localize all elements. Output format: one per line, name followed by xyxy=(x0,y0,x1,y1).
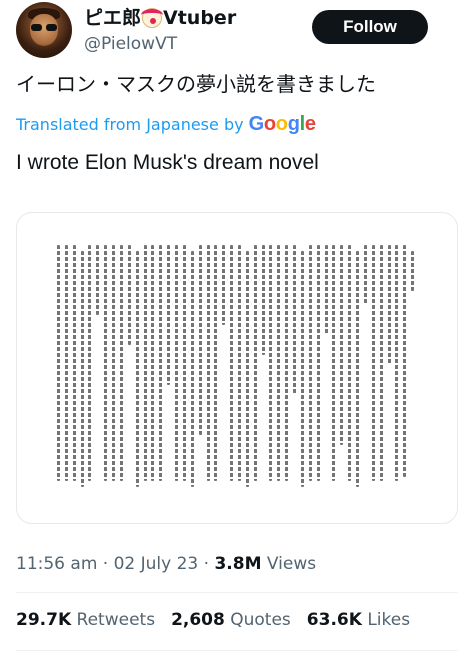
manuscript-text-line xyxy=(135,251,139,487)
google-logo: Google xyxy=(248,113,316,135)
manuscript-text-line xyxy=(411,251,415,291)
manuscript-text-line xyxy=(222,245,226,325)
manuscript-text-line xyxy=(80,251,84,487)
separator-dot: · xyxy=(102,554,114,574)
divider xyxy=(16,650,458,651)
avatar[interactable] xyxy=(16,2,72,58)
tweet-stats: 29.7K Retweets 2,608 Quotes 63.6K Likes xyxy=(16,608,410,632)
translated-label: Translated from Japanese by xyxy=(16,115,244,134)
manuscript-text-line xyxy=(214,245,218,481)
tweet-header: ピエ郎 Vtuber @PielowVT Follow xyxy=(0,0,474,62)
manuscript-text-line xyxy=(182,245,186,481)
manuscript-text-line xyxy=(403,245,407,477)
manuscript-text-line xyxy=(348,245,352,481)
manuscript-text-line xyxy=(356,251,360,487)
manuscript-text-line xyxy=(363,245,367,305)
divider xyxy=(16,592,458,593)
follow-button[interactable]: Follow xyxy=(312,10,428,44)
quotes-label: Quotes xyxy=(230,610,291,630)
manuscript-text-line xyxy=(324,245,328,335)
manuscript-text-line xyxy=(316,245,320,481)
manuscript-text-line xyxy=(379,245,383,481)
manuscript-text-line xyxy=(151,245,155,481)
tweet-timestamp: 11:56 am · 02 July 23 · 3.8M Views xyxy=(16,552,316,576)
manuscript-text-line xyxy=(332,245,336,481)
manuscript-text-line xyxy=(261,245,265,355)
manuscript-text-lines xyxy=(57,245,419,493)
manuscript-text-line xyxy=(112,245,116,481)
author-handle[interactable]: @PielowVT xyxy=(84,32,236,56)
quotes-count: 2,608 xyxy=(171,610,225,630)
tweet-date[interactable]: 02 July 23 xyxy=(114,554,199,574)
tweet-media-image[interactable] xyxy=(16,212,458,524)
author-names: ピエ郎 Vtuber @PielowVT xyxy=(84,6,236,56)
manuscript-text-line xyxy=(88,245,92,481)
manuscript-text-line xyxy=(175,245,179,481)
manuscript-text-line xyxy=(57,245,60,481)
manuscript-text-line xyxy=(308,245,312,481)
manuscript-text-line xyxy=(395,245,399,481)
tweet-time[interactable]: 11:56 am xyxy=(16,554,97,574)
manuscript-text-line xyxy=(253,245,257,481)
manuscript-text-line xyxy=(96,245,100,315)
manuscript-text-line xyxy=(285,245,289,481)
clown-face-icon xyxy=(141,8,164,28)
separator-dot: · xyxy=(203,554,215,574)
likes-count: 63.6K xyxy=(306,610,362,630)
manuscript-text-line xyxy=(159,245,163,481)
manuscript-text-line xyxy=(64,245,68,481)
quotes-stat[interactable]: 2,608 Quotes xyxy=(171,608,291,632)
manuscript-text-line xyxy=(238,245,241,481)
tweet-text: イーロン・マスクの夢小説を書きました xyxy=(16,72,376,96)
manuscript-text-line xyxy=(293,245,297,395)
retweets-label: Retweets xyxy=(76,610,156,630)
manuscript-text-line xyxy=(300,251,304,487)
views-label: Views xyxy=(266,554,317,574)
manuscript-text-line xyxy=(143,245,147,481)
author-display-name[interactable]: ピエ郎 Vtuber xyxy=(84,6,236,30)
avatar-glasses xyxy=(31,24,57,31)
manuscript-text-line xyxy=(206,245,210,481)
likes-stat[interactable]: 63.6K Likes xyxy=(307,608,410,632)
display-name-suffix: Vtuber xyxy=(163,7,237,29)
display-name-prefix: ピエ郎 xyxy=(84,7,142,29)
manuscript-text-line xyxy=(167,245,171,385)
manuscript-text-line xyxy=(190,251,194,487)
likes-label: Likes xyxy=(367,610,411,630)
manuscript-text-line xyxy=(127,245,131,345)
retweets-stat[interactable]: 29.7K Retweets xyxy=(16,608,155,632)
views-count: 3.8M xyxy=(214,554,262,574)
manuscript-text-line xyxy=(340,245,344,445)
manuscript-text-line xyxy=(371,245,375,481)
manuscript-text-line xyxy=(245,251,249,487)
tweet-translation: I wrote Elon Musk's dream novel xyxy=(16,151,319,174)
manuscript-text-line xyxy=(119,245,123,481)
manuscript-text-line xyxy=(387,245,391,365)
manuscript-text-line xyxy=(198,245,202,435)
manuscript-text-line xyxy=(72,245,76,481)
manuscript-text-line xyxy=(269,245,273,481)
translation-attribution[interactable]: Translated from Japanese by Google xyxy=(16,112,316,137)
manuscript-text-line xyxy=(104,245,108,481)
manuscript-text-line xyxy=(230,245,234,481)
retweets-count: 29.7K xyxy=(16,610,72,630)
manuscript-text-line xyxy=(277,245,281,481)
